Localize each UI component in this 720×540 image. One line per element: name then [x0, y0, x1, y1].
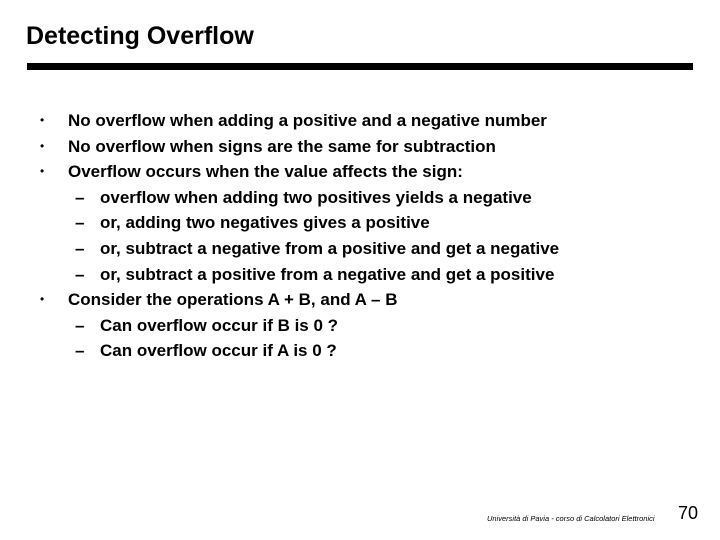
- bullet-icon: •: [40, 292, 45, 307]
- bullet-icon: •: [40, 113, 45, 127]
- bullet-icon: •: [40, 164, 45, 179]
- bullet-list: • No overflow when adding a positive and…: [0, 108, 720, 364]
- sub-list-item-text: or, subtract a negative from a positive …: [100, 238, 560, 258]
- list-item: • Consider the operations A + B, and A –…: [0, 287, 720, 313]
- list-item: • No overflow when signs are the same fo…: [0, 134, 720, 160]
- sub-list-item-text: Can overflow occur if A is 0 ?: [100, 341, 337, 361]
- sub-list-item-text: or, subtract a positive from a negative …: [100, 264, 555, 284]
- sub-list-item: – or, subtract a positive from a negativ…: [0, 262, 720, 288]
- list-item-text: No overflow when adding a positive and a…: [68, 111, 547, 130]
- footer-course-label: Università di Pavia - corso di Calcolato…: [487, 514, 655, 523]
- sub-list-item-text: overflow when adding two positives yield…: [100, 187, 532, 207]
- list-item: • Overflow occurs when the value affects…: [0, 159, 720, 185]
- sub-list-item: – or, adding two negatives gives a posit…: [0, 210, 720, 236]
- list-item-text: No overflow when signs are the same for …: [68, 136, 496, 156]
- dash-icon: –: [75, 264, 85, 284]
- list-item: • No overflow when adding a positive and…: [0, 108, 720, 134]
- dash-icon: –: [75, 187, 85, 207]
- sub-list-item-text: Can overflow occur if B is 0 ?: [100, 315, 339, 335]
- title-divider: [27, 63, 693, 70]
- dash-icon: –: [75, 213, 85, 233]
- dash-icon: –: [75, 238, 85, 258]
- page-number: 70: [678, 503, 699, 523]
- slide-title: Detecting Overflow: [26, 22, 254, 50]
- dash-icon: –: [75, 341, 85, 361]
- list-item-text: Overflow occurs when the value affects t…: [68, 162, 463, 182]
- sub-list-item: – overflow when adding two positives yie…: [0, 185, 720, 211]
- bullet-icon: •: [40, 138, 45, 153]
- list-item-text: Consider the operations A + B, and A – B: [68, 290, 398, 310]
- dash-icon: –: [75, 315, 85, 335]
- sub-list-item: – Can overflow occur if A is 0 ?: [0, 338, 720, 364]
- sub-list-item-text: or, adding two negatives gives a positiv…: [100, 213, 430, 233]
- sub-list-item: – Can overflow occur if B is 0 ?: [0, 313, 720, 339]
- sub-list-item: – or, subtract a negative from a positiv…: [0, 236, 720, 262]
